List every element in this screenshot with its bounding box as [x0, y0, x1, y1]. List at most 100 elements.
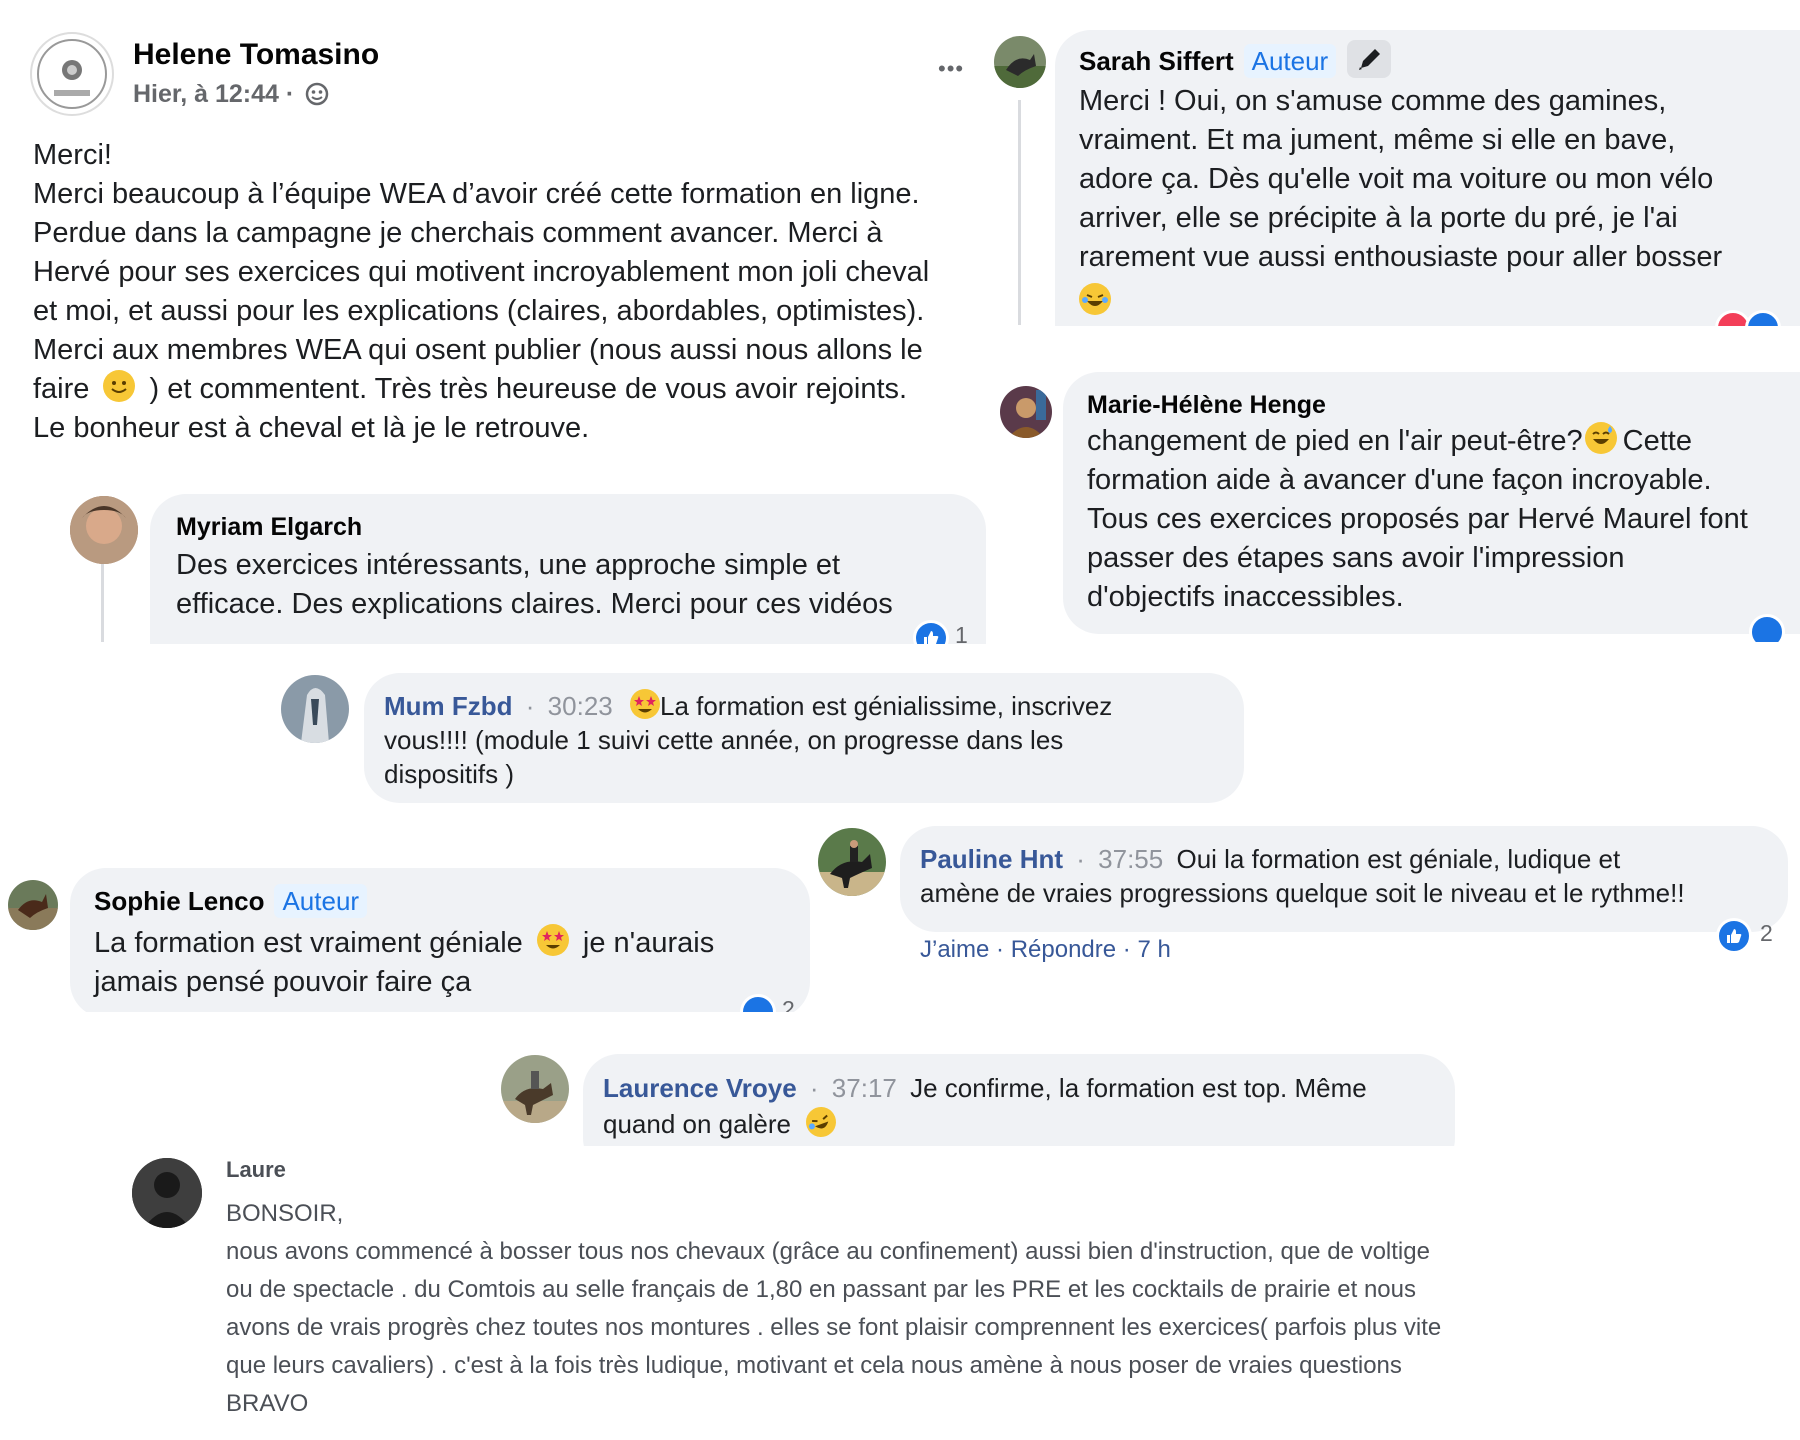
commenter-name[interactable]: Marie-Hélène Henge [1087, 388, 1800, 422]
horse-photo-icon [994, 36, 1046, 88]
comment-text: nous avons commencé à bosser tous nos ch… [226, 1238, 1430, 1265]
comment-text: vraiment. Et ma jument, même si elle en … [1079, 124, 1676, 156]
comment-line: Pauline Hnt · 37:55 Oui la formation est… [920, 842, 1768, 876]
comment-bubble: Sarah Siffert Auteur Merci ! Oui, on s'am… [1055, 30, 1800, 326]
horse-rider-photo-icon [501, 1055, 569, 1123]
like-reaction-icon[interactable] [1716, 918, 1752, 954]
post-author[interactable]: Helene Tomasino [133, 38, 379, 72]
comment-text: changement de pied en l'air peut-être? [1087, 425, 1583, 457]
horse-photo-icon [281, 675, 349, 743]
commenter-name[interactable]: Pauline Hnt [920, 844, 1063, 874]
avatar[interactable] [1000, 386, 1052, 438]
like-reaction-icon[interactable] [1749, 614, 1785, 642]
comment-clip: Sophie Lenco Auteur La formation est vrai… [70, 868, 810, 1012]
pencil-badge-icon [1347, 40, 1392, 78]
comment-text: Tous ces exercices proposés par Hervé Ma… [1087, 503, 1748, 535]
separator-dot: · [525, 691, 535, 721]
commenter-name[interactable]: Myriam Elgarch [176, 512, 960, 542]
avatar[interactable] [501, 1055, 569, 1123]
comment-actions: J’aime · Répondre · 7 h [920, 936, 1171, 964]
comment-text: d'objectifs inaccessibles. [1087, 581, 1404, 613]
like-link[interactable]: J’aime [920, 936, 989, 963]
avatar[interactable] [8, 880, 58, 930]
comment-text: BRAVO [226, 1390, 309, 1417]
commenter-name[interactable]: Sophie Lenco [94, 886, 264, 916]
timestamp[interactable]: 37:55 [1098, 844, 1163, 874]
comment-line: changement de pied en l'air peut-être? C… [1087, 422, 1800, 461]
horse-photo-icon [8, 880, 58, 930]
post-line: et moi, et aussi pour les explications (… [33, 295, 925, 327]
comment-text: passer des étapes sans avoir l'impressio… [1087, 542, 1625, 574]
post-line: Hervé pour ses exercices qui motivent in… [33, 256, 930, 288]
comment-text: amène de vraies progressions quelque soi… [920, 878, 1685, 908]
separator-dot: · [1122, 936, 1131, 963]
horse-rider-photo-icon [818, 828, 886, 896]
post-line: Merci aux membres WEA qui osent publier … [33, 334, 923, 366]
post-line: Perdue dans la campagne je cherchais com… [33, 217, 883, 249]
comment-clip: Mum Fzbd · 30:23 La formation est génial… [364, 673, 1248, 803]
author-badge: Auteur [274, 884, 368, 918]
avatar[interactable] [281, 675, 349, 743]
grinning-sweat-emoji-icon [1584, 422, 1617, 454]
comment-text: Oui la formation est géniale, ludique et [1176, 844, 1621, 874]
reaction-count[interactable]: 1 [955, 622, 968, 644]
comment-clip: Laurence Vroye · 37:17 Je confirme, la f… [583, 1054, 1455, 1146]
post-meta: Hier, à 12:44 · [133, 80, 329, 109]
commenter-name[interactable]: Laure [226, 1157, 286, 1183]
comment-body: BONSOIR, nous avons commencé à bosser to… [226, 1195, 1441, 1423]
post-text: ) et commentent. Très très heureuse de v… [149, 373, 908, 405]
comment-age[interactable]: 7 h [1137, 936, 1170, 963]
comment-text: formation aide à avancer d'une façon inc… [1087, 464, 1712, 496]
avatar[interactable] [994, 36, 1046, 88]
post-line: Le bonheur est à cheval et là je le retr… [33, 412, 590, 444]
commenter-name[interactable]: Mum Fzbd [384, 691, 513, 721]
comment-line: Mum Fzbd · 30:23 La formation est génial… [384, 689, 1224, 723]
post-time[interactable]: Hier, à 12:44 · [133, 80, 294, 108]
timestamp[interactable]: 37:17 [832, 1073, 897, 1103]
comment-text: jamais pensé pouvoir faire ça [94, 966, 472, 998]
comment-text: BONSOIR, [226, 1200, 344, 1227]
star-struck-emoji-icon [536, 924, 569, 956]
comment-text: vous!!!! (module 1 suivi cette année, on… [384, 725, 1064, 755]
separator-dot: · [809, 1073, 819, 1103]
laughing-emoji-icon [1079, 283, 1111, 315]
more-options-icon[interactable]: ••• [938, 56, 964, 82]
person-photo-icon [1000, 386, 1052, 438]
comment-text: La formation est vraiment géniale [94, 927, 523, 959]
avatar[interactable] [818, 828, 886, 896]
comment-line: La formation est vraiment géniale je n'a… [94, 924, 786, 963]
post-line: Merci beaucoup à l’équipe WEA d’avoir cr… [33, 178, 920, 210]
thread-line [1018, 100, 1021, 325]
comment-bubble: Mum Fzbd · 30:23 La formation est génial… [364, 673, 1244, 803]
logo-icon [37, 39, 107, 109]
reply-link[interactable]: Répondre [1011, 936, 1116, 963]
reaction-count[interactable]: 2 [1760, 920, 1773, 947]
avatar[interactable] [70, 496, 138, 564]
commenter-name[interactable]: Laurence Vroye [603, 1073, 797, 1103]
separator-dot: · [996, 936, 1005, 963]
group-privacy-icon [305, 82, 329, 106]
separator-dot: · [1076, 844, 1085, 874]
rofl-emoji-icon [801, 1102, 841, 1142]
comment-bubble: Pauline Hnt · 37:55 Oui la formation est… [900, 826, 1788, 932]
smile-emoji-icon [103, 370, 136, 402]
comment-clip: Marie-Hélène Henge changement de pied en… [1063, 372, 1800, 642]
author-badge: Auteur [1243, 44, 1337, 78]
comment-text: Cette [1622, 425, 1692, 457]
person-photo-icon [70, 496, 138, 564]
comment-text: Des exercices intéressants, une approche… [176, 549, 841, 581]
post-line: faire ) et commentent. Très très heureus… [33, 370, 1013, 409]
timestamp[interactable]: 30:23 [548, 691, 613, 721]
post-text: faire [33, 373, 90, 405]
reaction-count[interactable]: 2 [782, 996, 795, 1012]
commenter-name[interactable]: Sarah Siffert [1079, 46, 1234, 76]
comment-bubble: Myriam Elgarch Des exercices intéressant… [150, 494, 986, 644]
avatar[interactable] [30, 32, 114, 116]
avatar[interactable] [132, 1158, 202, 1228]
comment-bubble: Laurence Vroye · 37:17 Je confirme, la f… [583, 1054, 1455, 1146]
comment-clip: Sarah Siffert Auteur Merci ! Oui, on s'am… [1055, 30, 1800, 326]
comment-clip: Myriam Elgarch Des exercices intéressant… [150, 494, 990, 644]
star-struck-emoji-icon [629, 689, 660, 719]
comment-header: Sarah Siffert Auteur [1079, 40, 1800, 82]
comment-text: arriver, elle se précipite à la porte du… [1079, 202, 1678, 234]
